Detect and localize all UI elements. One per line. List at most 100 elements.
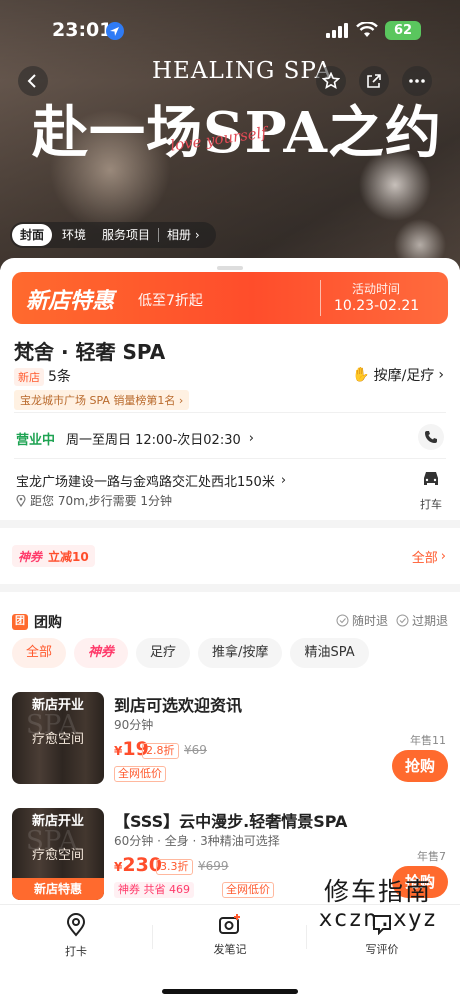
divider [14,412,446,413]
discount-badge: 2.8折 [142,743,179,759]
promo-subtitle: 低至7折起 [138,293,203,309]
thumb-top-text: 新店开业 [31,814,84,829]
promo-date-label: 活动时间 [352,282,401,296]
deal-price: ¥230 [114,854,163,876]
bottom-divider [152,925,153,949]
open-status: 营业中 [16,433,56,448]
group-buy-icon: 团 [12,614,28,630]
post-note-label: 发笔记 [213,943,247,956]
policy-label-1: 随时退 [352,614,389,628]
business-hours[interactable]: 周一至周日 12:00-次日02:30 › [66,429,254,448]
review-count[interactable]: 5条 [48,366,71,386]
taxi-label: 打车 [420,498,442,511]
promo-divider [320,280,321,316]
deal-title: 到店可选欢迎资讯 [114,696,243,715]
location-pin-icon [16,494,26,507]
all-coupons-label: 全部 [411,551,438,566]
hero-banner[interactable]: 23:01 62 HEALING SPA 赴一场SPA之约 love yours… [0,0,460,270]
camera-plus-icon [219,914,240,934]
group-buy-section: 团 团购 随时退 过期退 全部 神券 足疗 推拿/按摩 精油SPA SPA 新店… [0,592,460,904]
tab-album[interactable]: 相册 › [158,228,208,242]
tab-album-label: 相册 [167,228,192,242]
original-price: ¥69 [184,743,207,757]
status-bar: 23:01 62 [0,0,460,60]
watermark: 修车指南 xczn.xyz [303,872,453,932]
buy-button[interactable]: 抢购 [392,750,448,782]
coupon-savings-tag: 神券 共省 469 [114,882,194,898]
lowest-price-tag: 全网低价 [114,766,166,782]
distance-label: 距您 70m,步行需要 1分钟 [30,494,173,508]
sold-count: 年售7 [417,850,446,863]
check-circle-icon [396,614,409,627]
sold-count: 年售11 [410,734,446,747]
deal-subtitle: 90分钟 [114,718,154,732]
tab-environment[interactable]: 环境 [54,222,94,248]
hero-title-en: HEALING SPA [152,58,333,84]
location-arrow-icon [106,22,124,40]
filter-chip-shenquan[interactable]: 神券 [74,638,129,668]
shenquan-logo: 神券 [18,549,43,564]
chevron-right-icon: › [438,367,444,383]
all-coupons-link[interactable]: 全部 › [412,547,446,566]
share-button[interactable] [359,66,389,96]
car-icon [424,472,438,485]
deal-thumbnail: SPA 新店开业 疗愈空间 [12,692,104,784]
deal-subtitle: 60分钟 · 全身 · 3种精油可选择 [114,834,280,848]
status-time: 23:01 [52,19,113,41]
filter-chip-massage[interactable]: 推拿/按摩 [198,638,283,668]
divider [14,458,446,459]
thumb-foot-text: 新店特惠 [12,878,104,900]
promo-date-range: 10.23-02.21 [334,298,420,314]
taxi-button[interactable] [418,470,444,492]
check-circle-icon [336,614,349,627]
watermark-cn: 修车指南 [323,877,432,906]
shop-info-card: 新店特惠 低至7折起 活动时间 10.23-02.21 梵舍 · 轻奢 SPA … [0,258,460,520]
phone-button[interactable] [418,424,444,450]
thumb-mid-text: 疗愈空间 [31,732,84,747]
distance-info: 距您 70m,步行需要 1分钟 [16,492,172,509]
star-icon [322,72,340,89]
deal-item[interactable]: SPA 新店开业 疗愈空间 到店可选欢迎资讯 90分钟 ¥19 2.8折 ¥69… [12,692,448,788]
hours-label: 周一至周日 12:00-次日02:30 [66,433,241,448]
write-review-label: 写评价 [365,943,399,956]
filter-chip-foot[interactable]: 足疗 [136,638,191,668]
discount-badge: 3.3折 [156,859,193,875]
new-shop-badge: 新店 [14,368,44,386]
filter-chip-all[interactable]: 全部 [12,638,67,668]
category-link[interactable]: ✋ 按摩/足疗 › [352,365,444,385]
ranking-badge[interactable]: 宝龙城市广场 SPA 销量榜第1名 › [14,390,190,410]
filter-chip-oil-spa[interactable]: 精油SPA [290,638,369,668]
hero-tabs: 封面 环境 服务项目 相册 › [10,222,216,248]
filter-chips: 全部 神券 足疗 推拿/按摩 精油SPA [12,638,369,668]
post-note-button[interactable]: 发笔记 [190,913,270,957]
more-button[interactable] [402,66,432,96]
wifi-icon [356,22,378,37]
deal-thumbnail: SPA 新店开业 疗愈空间 新店特惠 [12,808,104,900]
checkin-button[interactable]: 打卡 [36,913,116,959]
watermark-en: xczn.xyz [318,906,438,932]
promo-title: 新店特惠 [26,289,115,314]
thumb-top-text: 新店开业 [31,698,84,713]
drag-handle[interactable] [217,266,243,270]
promo-banner[interactable]: 新店特惠 低至7折起 活动时间 10.23-02.21 [12,272,448,324]
refund-expired-policy: 过期退 [396,612,448,629]
address-link[interactable]: 宝龙广场建设一路与金鸡路交汇处西北150米 › [16,471,286,490]
tab-cover[interactable]: 封面 [12,224,53,246]
back-button[interactable] [18,66,48,96]
lowest-price-tag: 全网低价 [222,882,274,898]
refund-anytime-policy: 随时退 [336,612,388,629]
tab-services[interactable]: 服务项目 [94,222,158,248]
share-icon [367,74,381,88]
deal-title: 【SSS】云中漫步.轻奢情景SPA [114,812,348,831]
coupon-row[interactable]: 神券 立减10 全部 › [0,528,460,584]
chevron-right-icon: › [440,549,446,564]
ranking-label: 宝龙城市广场 SPA 销量榜第1名 [20,394,176,407]
coupon-badge[interactable]: 神券 立减10 [12,545,95,567]
group-buy-title: 团购 [34,615,62,631]
shop-name: 梵舍 · 轻奢 SPA [14,340,166,364]
favorite-button[interactable] [316,66,346,96]
chevron-right-icon: › [280,473,287,488]
massage-hand-icon: ✋ [352,367,370,383]
checkin-label: 打卡 [65,945,87,958]
cellular-signal-icon [326,23,348,38]
